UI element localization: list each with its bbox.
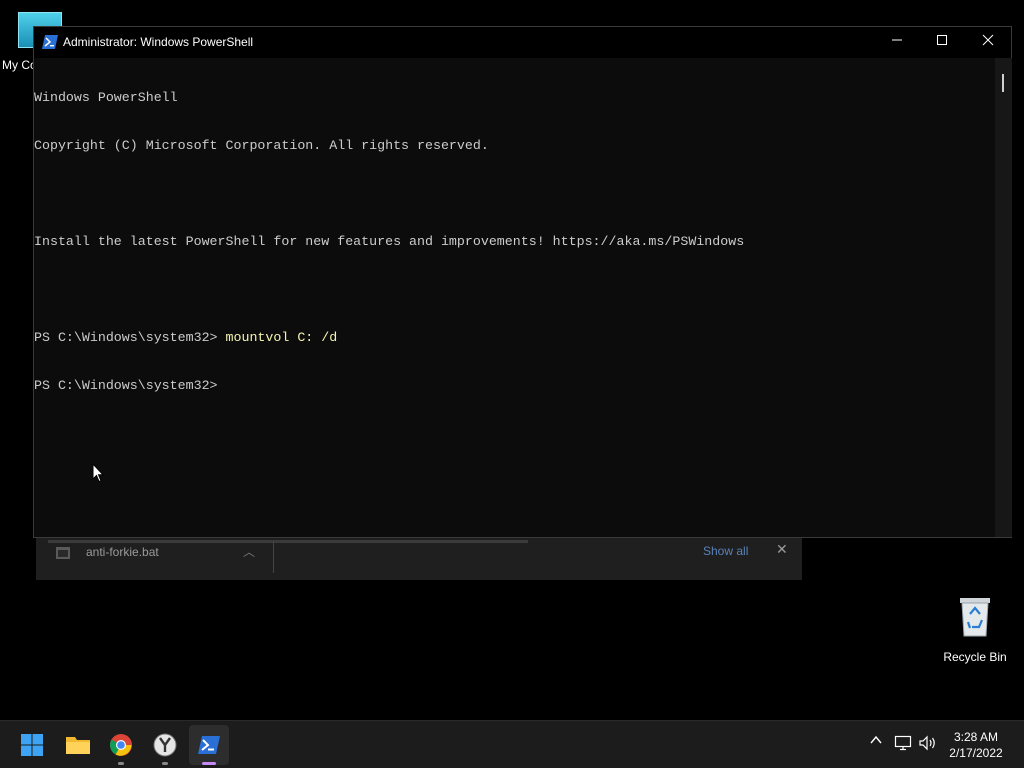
console-line: Copyright (C) Microsoft Corporation. All… (34, 138, 489, 153)
console-output[interactable]: Windows PowerShell Copyright (C) Microso… (34, 58, 992, 537)
running-indicator (162, 762, 168, 765)
network-icon[interactable] (894, 735, 912, 754)
mouse-cursor-icon (92, 462, 105, 483)
clock-time: 3:28 AM (953, 730, 999, 744)
running-indicator (202, 762, 216, 765)
volume-icon[interactable] (918, 735, 938, 754)
console-prompt-line: PS C:\Windows\system32> mountvol C: /d (34, 330, 992, 346)
start-button[interactable] (12, 725, 52, 765)
scrollbar-thumb[interactable] (1002, 74, 1004, 92)
taskbar-chrome[interactable] (101, 725, 141, 765)
desktop-icon-label: Recycle Bin (943, 650, 1007, 664)
desktop-icon-label: My Co (2, 58, 37, 72)
clock-date: 2/17/2022 (949, 746, 1003, 760)
taskbar: 3:28 AM 2/17/2022 (0, 720, 1024, 768)
window-title: Administrator: Windows PowerShell (63, 35, 254, 49)
minimize-icon (892, 39, 902, 41)
taskbar-file-explorer[interactable] (57, 725, 97, 765)
close-icon (982, 34, 994, 46)
scrollbar[interactable] (995, 58, 1012, 537)
minimize-button[interactable] (874, 27, 920, 58)
folder-icon (66, 737, 90, 754)
maximize-button[interactable] (919, 27, 965, 58)
window-titlebar[interactable]: Administrator: Windows PowerShell (34, 27, 1011, 58)
recycle-bin-icon (958, 596, 992, 638)
console-prompt: PS C:\Windows\system32> (34, 330, 226, 345)
file-icon (56, 546, 70, 559)
console-prompt-line[interactable]: PS C:\Windows\system32> (34, 378, 992, 394)
running-indicator (118, 762, 124, 765)
chevron-up-icon[interactable]: ︿ (243, 543, 255, 560)
yandex-browser-icon (153, 733, 177, 757)
divider (273, 541, 274, 573)
download-shelf: anti-forkie.bat ︿ Show all ✕ (36, 535, 802, 580)
taskbar-powershell[interactable] (189, 725, 229, 765)
close-icon[interactable]: ✕ (776, 541, 788, 558)
taskbar-app[interactable] (145, 725, 185, 765)
show-all-link[interactable]: Show all (703, 544, 748, 558)
maximize-icon (937, 35, 947, 45)
powershell-icon (42, 35, 58, 49)
windows-start-icon (21, 734, 43, 756)
close-window-button[interactable] (965, 27, 1011, 58)
powershell-icon (198, 736, 220, 754)
chrome-icon (110, 734, 132, 756)
chevron-up-icon[interactable] (869, 733, 883, 750)
console-line: Install the latest PowerShell for new fe… (34, 234, 745, 249)
download-progress-track (48, 540, 528, 543)
typed-command: mountvol C: /d (225, 330, 338, 345)
console-line: Windows PowerShell (34, 90, 178, 105)
taskbar-clock[interactable]: 3:28 AM 2/17/2022 (944, 729, 1008, 761)
desktop-icon-recycle-bin[interactable]: Recycle Bin (940, 596, 1010, 664)
powershell-window: Administrator: Windows PowerShell Window… (33, 26, 1012, 538)
download-file-name[interactable]: anti-forkie.bat (86, 545, 159, 559)
